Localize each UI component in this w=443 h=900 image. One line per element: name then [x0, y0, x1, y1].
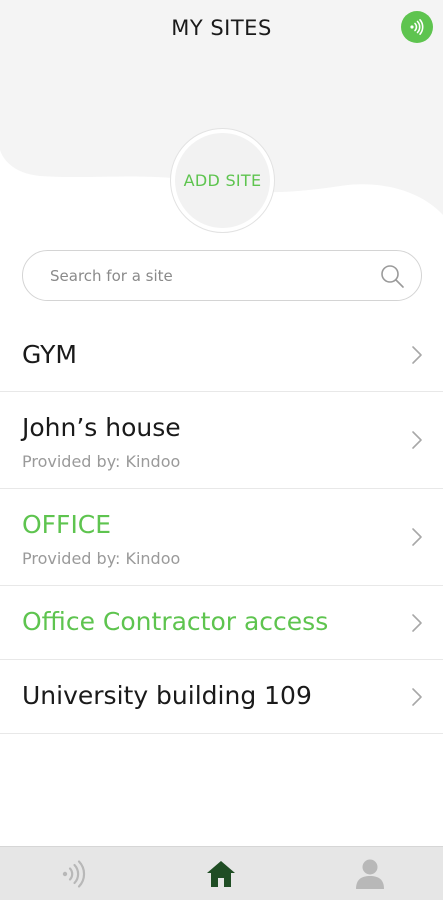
site-name: OFFICE	[22, 510, 112, 539]
site-name: University building 109	[22, 681, 312, 710]
site-row-johns-house[interactable]: John’s house Provided by: Kindoo	[0, 392, 443, 489]
site-name: Office Contractor access	[22, 607, 329, 636]
home-icon	[207, 861, 235, 887]
site-row-university-building-109[interactable]: University building 109	[0, 660, 443, 734]
site-row-gym[interactable]: GYM	[0, 318, 443, 392]
search-icon[interactable]	[379, 263, 405, 289]
chevron-right-icon	[412, 688, 422, 706]
user-icon	[356, 859, 384, 889]
nav-tab-profile[interactable]	[340, 847, 400, 900]
site-row-office[interactable]: OFFICE Provided by: Kindoo	[0, 489, 443, 586]
site-provider: Provided by: Kindoo	[22, 549, 181, 568]
chevron-right-icon	[412, 614, 422, 632]
chevron-right-icon	[412, 346, 422, 364]
chevron-right-icon	[412, 431, 422, 449]
site-list: GYM John’s house Provided by: Kindoo OFF…	[0, 318, 443, 734]
chevron-right-icon	[412, 528, 422, 546]
nfc-signal-icon	[62, 860, 86, 888]
search-input[interactable]: Search for a site	[22, 250, 422, 301]
site-provider: Provided by: Kindoo	[22, 452, 181, 471]
add-site-label: ADD SITE	[175, 133, 270, 228]
add-site-button[interactable]: ADD SITE	[170, 128, 275, 233]
page-title: MY SITES	[171, 16, 272, 40]
nav-tab-access[interactable]	[43, 847, 103, 900]
nfc-signal-icon	[410, 19, 424, 35]
search-placeholder: Search for a site	[50, 266, 173, 285]
nav-tab-home[interactable]	[191, 847, 251, 900]
site-row-office-contractor-access[interactable]: Office Contractor access	[0, 586, 443, 660]
nfc-button[interactable]	[401, 11, 433, 43]
site-name: GYM	[22, 340, 77, 369]
bottom-navigation	[0, 846, 443, 900]
site-name: John’s house	[22, 413, 181, 442]
